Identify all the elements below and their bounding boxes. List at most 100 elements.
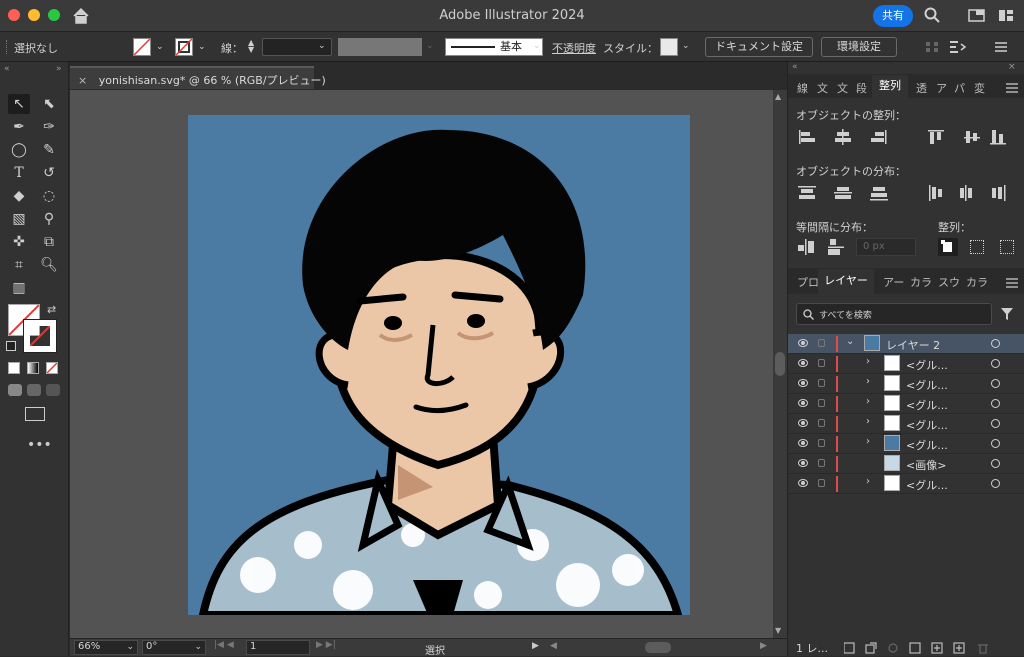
expand-arrow-icon[interactable]: ›: [866, 396, 870, 407]
scroll-up-icon[interactable]: ▲: [775, 92, 781, 101]
draw-inside-icon[interactable]: [46, 384, 60, 396]
arrange-documents-icon[interactable]: [998, 9, 1014, 22]
layer-name[interactable]: <画像>: [906, 457, 946, 473]
graphic-style-swatch[interactable]: [660, 38, 678, 56]
tab-transform[interactable]: 変: [974, 80, 985, 96]
horizontal-scroll-thumb[interactable]: [645, 642, 671, 653]
target-circle-icon[interactable]: [991, 379, 1000, 388]
selection-tool-icon[interactable]: ↖: [8, 94, 30, 114]
eyedropper-tool-icon[interactable]: ⚲: [38, 209, 60, 229]
rotation-field[interactable]: 0° ⌄: [142, 640, 206, 655]
tab-appearance[interactable]: ア: [936, 80, 947, 96]
chevron-down-icon[interactable]: ⌄: [318, 41, 326, 51]
gradient-tool-icon[interactable]: ▧: [8, 209, 30, 229]
panel-menu-icon[interactable]: [1006, 278, 1018, 288]
tab-transparency[interactable]: 透: [916, 80, 927, 96]
arrange-icon[interactable]: [948, 40, 968, 54]
close-panel-icon[interactable]: ×: [1008, 62, 1016, 72]
lock-toggle-icon[interactable]: [818, 399, 825, 407]
layers-search-field[interactable]: すべてを検索: [796, 303, 992, 325]
layer-name[interactable]: <グル...: [906, 377, 948, 393]
layer-row[interactable]: › <グル...: [788, 474, 1024, 494]
lock-toggle-icon[interactable]: [818, 419, 825, 427]
eraser-tool-icon[interactable]: ◆: [8, 186, 30, 206]
opacity-link[interactable]: 不透明度: [552, 40, 596, 56]
tab-properties[interactable]: プロ: [797, 274, 819, 290]
visibility-eye-icon[interactable]: [798, 419, 808, 427]
workspace-icon[interactable]: [968, 9, 985, 22]
expand-arrow-icon[interactable]: ⌄: [846, 336, 854, 347]
tab-stroke[interactable]: 線: [797, 80, 808, 96]
lock-toggle-icon[interactable]: [818, 459, 825, 467]
zoom-tool-icon[interactable]: 🔍︎: [38, 255, 60, 275]
scroll-left-icon[interactable]: ◀: [550, 641, 557, 651]
default-colors-icon[interactable]: [6, 341, 16, 351]
chevron-down-icon[interactable]: ⌄: [126, 642, 134, 652]
preferences-button[interactable]: 環境設定: [821, 37, 897, 57]
collapse-icon[interactable]: «: [792, 62, 798, 72]
curvature-tool-icon[interactable]: ✑: [38, 117, 60, 137]
screen-mode-icon[interactable]: [25, 407, 45, 421]
layer-row[interactable]: <画像>: [788, 454, 1024, 474]
layer-name[interactable]: レイヤー 2: [886, 337, 940, 353]
chevron-down-icon[interactable]: ⌄: [198, 42, 206, 52]
visibility-eye-icon[interactable]: [798, 479, 808, 487]
shape-builder-tool-icon[interactable]: ⧉: [38, 232, 60, 252]
collapse-icon[interactable]: »: [56, 64, 62, 74]
target-circle-icon[interactable]: [991, 439, 1000, 448]
none-mode-icon[interactable]: [46, 362, 58, 374]
layer-row[interactable]: › <グル...: [788, 434, 1024, 454]
tab-paragraph-styles[interactable]: 文: [837, 80, 848, 96]
scroll-down-icon[interactable]: ▼: [775, 626, 781, 635]
spacing-buttons[interactable]: [798, 239, 848, 255]
tab-artboards[interactable]: アー: [883, 274, 904, 290]
scroll-right-icon[interactable]: ▶: [760, 641, 767, 651]
target-circle-icon[interactable]: [991, 479, 1000, 488]
visibility-eye-icon[interactable]: [798, 359, 808, 367]
more-tools-icon[interactable]: •••: [27, 437, 52, 453]
fill-swatch[interactable]: [133, 38, 151, 56]
next-artboard-icon[interactable]: ▶ ▶|: [316, 640, 336, 650]
expand-arrow-icon[interactable]: ›: [866, 416, 870, 427]
expand-arrow-icon[interactable]: ›: [866, 476, 870, 487]
artboard-tool-icon[interactable]: ⌗: [8, 255, 30, 275]
vertical-scrollbar[interactable]: ▲ ▼: [773, 90, 787, 638]
layer-name[interactable]: <グル...: [906, 477, 948, 493]
pen-tool-icon[interactable]: ✒: [8, 117, 30, 137]
target-circle-icon[interactable]: [991, 459, 1000, 468]
layer-name[interactable]: <グル...: [906, 357, 948, 373]
document-tab[interactable]: × yonishisan.svg* @ 66 % (RGB/プレビュー): [70, 66, 326, 89]
visibility-eye-icon[interactable]: [798, 439, 808, 447]
align-to-key-object-icon[interactable]: [970, 240, 984, 254]
lock-toggle-icon[interactable]: [818, 339, 825, 347]
lock-toggle-icon[interactable]: [818, 479, 825, 487]
align-to-artboard-icon[interactable]: [1000, 240, 1014, 254]
tab-character[interactable]: 文: [817, 80, 828, 96]
layer-row[interactable]: › <グル...: [788, 394, 1024, 414]
tab-color-guide[interactable]: カラ: [966, 274, 988, 290]
layer-name[interactable]: <グル...: [906, 417, 948, 433]
chevron-down-icon[interactable]: ⌄: [194, 642, 202, 652]
layer-row[interactable]: ⌄ レイヤー 2: [788, 334, 1024, 354]
tab-color[interactable]: カラ: [910, 274, 932, 290]
search-icon[interactable]: [924, 7, 940, 23]
visibility-eye-icon[interactable]: [798, 339, 808, 347]
share-button[interactable]: 共有: [873, 5, 913, 27]
color-mode-icon[interactable]: [8, 362, 20, 374]
layer-row[interactable]: › <グル...: [788, 374, 1024, 394]
expand-arrow-icon[interactable]: ›: [866, 376, 870, 387]
stroke-swatch[interactable]: [175, 38, 193, 56]
expand-arrow-icon[interactable]: ›: [866, 356, 870, 367]
type-tool-icon[interactable]: T: [8, 163, 30, 183]
rotate-tool-icon[interactable]: ↺: [38, 163, 60, 183]
tab-swatches[interactable]: スウ: [938, 274, 960, 290]
puppet-warp-tool-icon[interactable]: ✜: [8, 232, 30, 252]
filter-icon[interactable]: [1000, 307, 1014, 321]
scroll-thumb[interactable]: [775, 352, 785, 376]
swap-colors-icon[interactable]: ⇄: [47, 303, 56, 316]
lock-toggle-icon[interactable]: [818, 379, 825, 387]
lasso-tool-icon[interactable]: ◌: [38, 186, 60, 206]
zoom-level-field[interactable]: 66% ⌄: [74, 640, 138, 655]
target-circle-icon[interactable]: [991, 359, 1000, 368]
visibility-eye-icon[interactable]: [798, 459, 808, 467]
